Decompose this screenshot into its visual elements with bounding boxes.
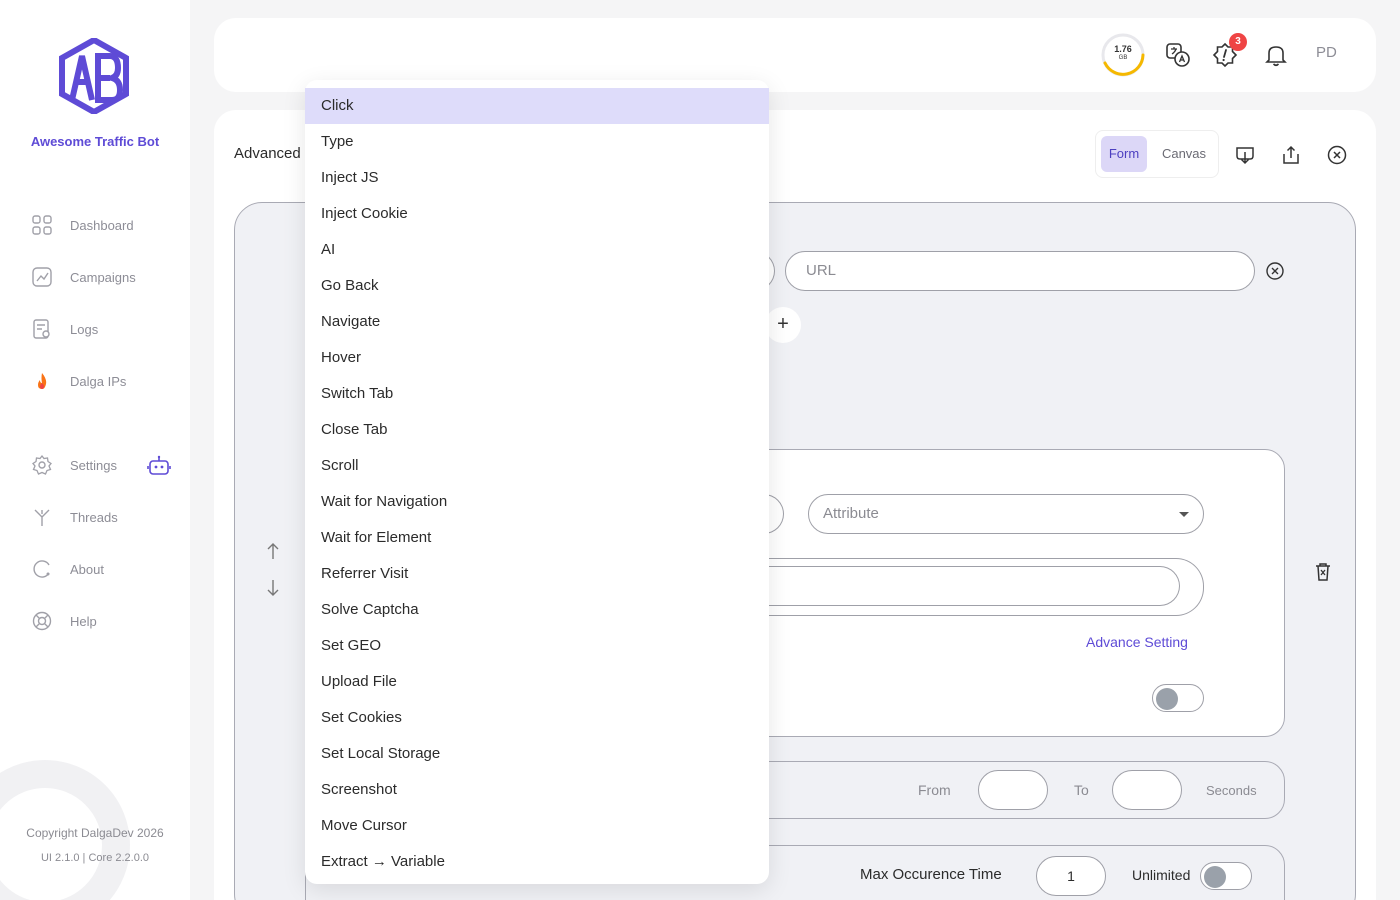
delay-to-label: To <box>1074 782 1089 798</box>
dropdown-option[interactable]: Screenshot <box>305 772 769 808</box>
sidebar-item-label: Dashboard <box>70 217 134 233</box>
dropdown-option[interactable]: Referrer Visit <box>305 556 769 592</box>
version-text: UI 2.1.0 | Core 2.2.0.0 <box>40 852 150 864</box>
view-toggle: Form Canvas <box>1095 130 1219 178</box>
dropdown-option[interactable]: Close Tab <box>305 412 769 448</box>
sidebar-item-dashboard[interactable]: Dashboard <box>30 212 134 238</box>
dropdown-option[interactable]: Inject JS <box>305 160 769 196</box>
storage-value: 1.76 <box>1114 44 1132 54</box>
dropdown-option[interactable]: Hover <box>305 340 769 376</box>
attribute-select[interactable]: Attribute <box>808 494 1204 534</box>
dropdown-option[interactable]: Extract → Variable <box>305 844 769 880</box>
url-input[interactable]: URL <box>785 251 1255 291</box>
canvas-view-button[interactable]: Canvas <box>1154 136 1214 172</box>
move-down-icon[interactable] <box>265 578 281 598</box>
about-icon <box>30 557 54 581</box>
app-logo-icon <box>59 38 129 114</box>
fire-icon <box>30 369 54 393</box>
threads-icon <box>30 505 54 529</box>
sidebar-item-dalga-ips[interactable]: Dalga IPs <box>30 368 126 394</box>
sidebar-item-label: Campaigns <box>70 269 136 285</box>
logs-icon <box>30 317 54 341</box>
max-occurrence-label: Max Occurence Time <box>860 866 1002 883</box>
close-icon[interactable] <box>1326 144 1348 166</box>
delay-to-input[interactable] <box>1112 770 1182 810</box>
dropdown-option[interactable]: Upload File <box>305 664 769 700</box>
sidebar-item-campaigns[interactable]: Campaigns <box>30 264 136 290</box>
storage-unit: GB <box>1118 55 1128 61</box>
attribute-placeholder: Attribute <box>823 505 879 522</box>
dropdown-option[interactable]: Go Back <box>305 268 769 304</box>
page-title: Advanced <box>234 145 301 162</box>
dropdown-option[interactable]: Wait for Navigation <box>305 484 769 520</box>
delay-unit-label: Seconds <box>1206 783 1257 798</box>
dropdown-option[interactable]: Switch Tab <box>305 376 769 412</box>
bot-icon[interactable] <box>147 454 171 478</box>
bell-icon[interactable] <box>1263 42 1289 68</box>
notification-count-badge: 3 <box>1229 33 1247 51</box>
help-icon <box>30 609 54 633</box>
unlimited-label: Unlimited <box>1132 867 1191 883</box>
dropdown-option[interactable]: Set Local Storage <box>305 736 769 772</box>
delay-from-input[interactable] <box>978 770 1048 810</box>
dropdown-option[interactable]: Move Cursor <box>305 808 769 844</box>
advance-setting-link[interactable]: Advance Setting <box>1086 634 1188 650</box>
dashboard-icon <box>30 213 54 237</box>
delay-from-label: From <box>918 782 951 798</box>
dropdown-option[interactable]: Click <box>305 88 769 124</box>
dropdown-option[interactable]: Wait for Element <box>305 520 769 556</box>
sidebar-item-label: Settings <box>70 457 117 473</box>
add-url-button[interactable]: + <box>765 307 801 343</box>
sidebar-item-threads[interactable]: Threads <box>30 504 118 530</box>
form-view-button[interactable]: Form <box>1101 136 1147 172</box>
dropdown-option[interactable]: Inject Cookie <box>305 196 769 232</box>
translate-icon[interactable] <box>1165 42 1191 68</box>
brand-name: Awesome Traffic Bot <box>30 134 160 149</box>
sidebar-item-label: About <box>70 561 104 577</box>
sidebar: Awesome Traffic Bot Dashboard Campaigns … <box>0 0 190 900</box>
campaigns-icon <box>30 265 54 289</box>
value-input[interactable] <box>754 566 1180 606</box>
sidebar-item-logs[interactable]: Logs <box>30 316 98 342</box>
user-avatar[interactable]: PD <box>1316 44 1337 61</box>
sidebar-item-label: Help <box>70 613 97 629</box>
dropdown-option[interactable]: Navigate <box>305 304 769 340</box>
action-type-dropdown: Click Type Inject JS Inject Cookie AI Go Back… <box>305 80 769 884</box>
sidebar-item-label: Dalga IPs <box>70 373 127 389</box>
dropdown-option[interactable]: Solve Captcha <box>305 592 769 628</box>
chevron-down-icon <box>1179 512 1189 517</box>
remove-url-icon[interactable] <box>1265 261 1285 281</box>
step-option-toggle[interactable] <box>1152 684 1204 712</box>
toggle-knob <box>1204 866 1226 888</box>
dropdown-option[interactable]: Set GEO <box>305 628 769 664</box>
unlimited-toggle[interactable] <box>1200 862 1252 890</box>
trash-icon[interactable] <box>1313 561 1333 583</box>
sidebar-item-label: Logs <box>70 321 99 337</box>
storage-usage: 1.76 GB <box>1100 45 1146 63</box>
sidebar-item-help[interactable]: Help <box>30 608 97 634</box>
dropdown-option[interactable]: AI <box>305 232 769 268</box>
sidebar-item-label: Threads <box>70 509 118 525</box>
dropdown-option[interactable]: Scroll <box>305 448 769 484</box>
sidebar-item-settings[interactable]: Settings <box>30 452 117 478</box>
max-occurrence-input[interactable]: 1 <box>1036 856 1106 896</box>
toggle-knob <box>1156 688 1178 710</box>
copyright-text: Copyright DalgaDev 2026 <box>26 826 164 840</box>
share-icon[interactable] <box>1280 144 1302 166</box>
download-icon[interactable] <box>1234 144 1256 166</box>
sidebar-item-about[interactable]: About <box>30 556 104 582</box>
gear-icon <box>30 453 54 477</box>
dropdown-option[interactable]: Type <box>305 124 769 160</box>
dropdown-option[interactable]: Set Cookies <box>305 700 769 736</box>
move-up-icon[interactable] <box>265 541 281 561</box>
